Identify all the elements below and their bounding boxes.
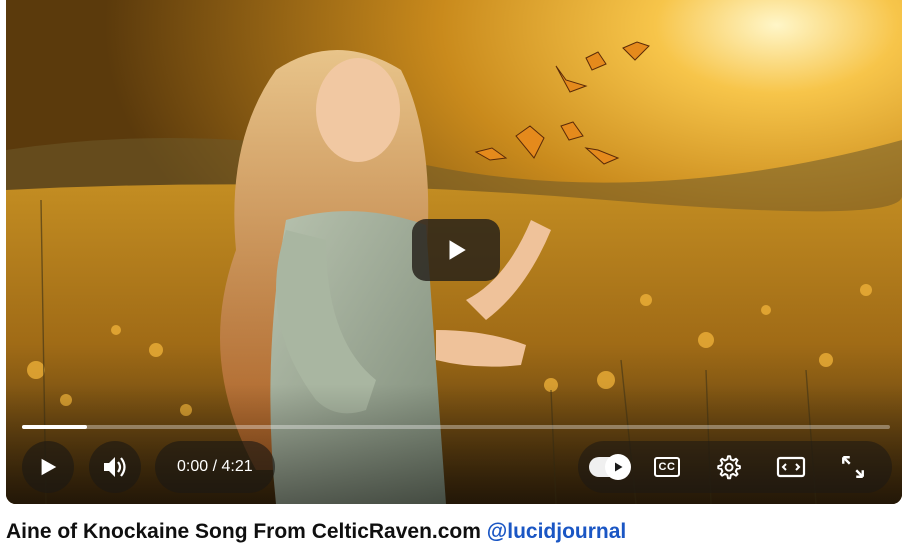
video-title: Aine of Knockaine Song From CelticRaven.… bbox=[6, 520, 481, 543]
subtitles-button[interactable]: CC bbox=[640, 441, 694, 493]
cc-icon: CC bbox=[654, 457, 680, 477]
settings-button[interactable] bbox=[701, 441, 755, 493]
fullscreen-button[interactable] bbox=[826, 441, 880, 493]
theater-mode-button[interactable] bbox=[764, 441, 818, 493]
duration: 4:21 bbox=[221, 458, 253, 475]
current-time: 0:00 bbox=[177, 458, 209, 475]
play-icon bbox=[449, 240, 466, 260]
theater-mode-icon bbox=[776, 456, 806, 478]
big-play-button[interactable] bbox=[412, 219, 500, 281]
channel-handle-link[interactable]: @lucidjournal bbox=[487, 520, 626, 543]
video-title-line: Aine of Knockaine Song From CelticRaven.… bbox=[6, 520, 626, 544]
time-separator: / bbox=[208, 458, 222, 475]
progress-played bbox=[22, 425, 88, 429]
autoplay-toggle[interactable] bbox=[582, 441, 636, 493]
volume-button[interactable] bbox=[89, 441, 141, 493]
play-icon bbox=[41, 458, 57, 476]
gear-icon bbox=[717, 455, 741, 480]
time-display: 0:00 / 4:21 bbox=[155, 441, 275, 493]
video-player[interactable]: 0:00 / 4:21 CC bbox=[6, 0, 902, 504]
volume-icon bbox=[104, 457, 126, 477]
play-button[interactable] bbox=[22, 441, 74, 493]
fullscreen-icon bbox=[842, 456, 864, 478]
autoplay-toggle-icon bbox=[605, 454, 631, 480]
autoplay-toggle-track bbox=[589, 454, 631, 480]
progress-bar[interactable] bbox=[22, 425, 890, 429]
